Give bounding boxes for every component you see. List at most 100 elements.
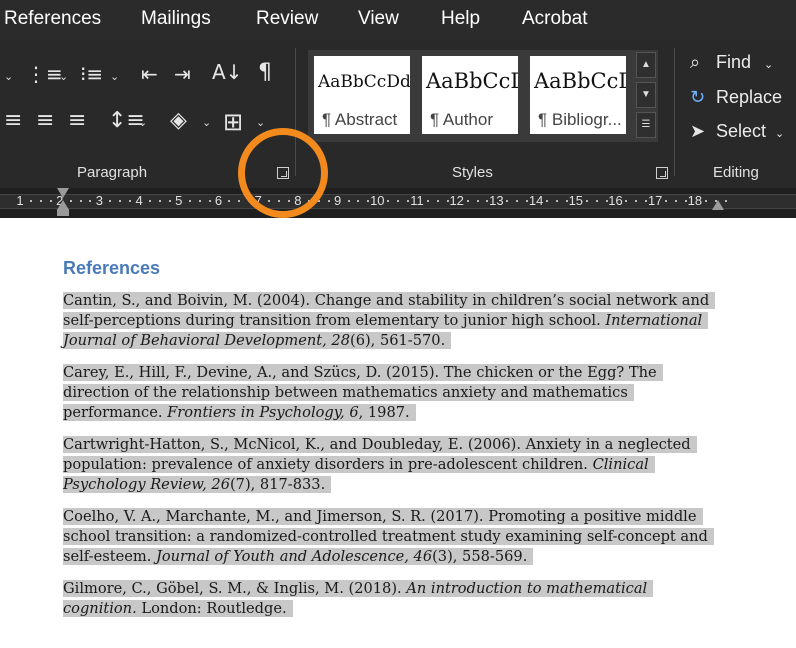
style-author[interactable]: AaBbCcD ¶ Author xyxy=(422,56,518,134)
ruler-tick xyxy=(426,200,429,202)
ruler-tick xyxy=(516,200,519,202)
ruler-tick xyxy=(49,200,52,202)
ruler-number: 1 xyxy=(16,193,24,208)
styles-more-icon[interactable]: ☰ xyxy=(636,112,656,138)
style-name: ¶ Abstract xyxy=(322,110,398,129)
shading-dropdown-icon[interactable]: ⌄ xyxy=(202,116,211,129)
decrease-indent-icon[interactable]: ⇤ xyxy=(141,64,158,84)
style-abstract[interactable]: AaBbCcDd ¶ Abstract xyxy=(314,56,410,134)
styles-group-label: Styles xyxy=(452,164,493,181)
align-center-icon[interactable]: ≡ xyxy=(36,110,54,132)
increase-indent-icon[interactable]: ⇥ xyxy=(174,64,191,84)
highlight-circle xyxy=(238,128,328,218)
ruler-tick xyxy=(704,200,707,202)
justify-icon[interactable]: ≡ xyxy=(68,110,86,132)
ruler-tick xyxy=(645,200,648,202)
style-name: ¶ Bibliogr... xyxy=(538,110,622,129)
left-indent-marker[interactable] xyxy=(57,209,69,216)
tab-view[interactable]: View xyxy=(358,8,399,30)
reference-pages: (3), 558-569. xyxy=(432,548,528,565)
reference-pages: (6), 561-570. xyxy=(350,332,446,349)
line-spacing-dropdown-icon[interactable]: ⌄ xyxy=(138,116,147,129)
pilcrow-icon[interactable]: ¶ xyxy=(258,62,272,84)
select-dropdown-icon[interactable]: ⌄ xyxy=(775,128,784,140)
ruler-tick xyxy=(506,200,509,202)
paragraph-group-label: Paragraph xyxy=(77,164,148,181)
sort-icon[interactable]: A↓ xyxy=(212,62,242,82)
reference-source: Frontiers in Psychology, 6 xyxy=(167,404,359,421)
ruler-tick xyxy=(228,200,231,202)
reference-entry: Carey, E., Hill, F., Devine, A., and Szü… xyxy=(63,363,715,423)
style-sample: AaBbCcDd xyxy=(318,72,410,92)
ruler-number: 5 xyxy=(175,193,183,208)
ruler-tick xyxy=(357,200,360,202)
ruler-tick xyxy=(29,200,32,202)
ruler-number: 16 xyxy=(608,193,623,208)
cursor-icon: ➤ xyxy=(690,121,706,142)
group-separator xyxy=(674,48,675,176)
styles-scroll-up-icon[interactable]: ▲ xyxy=(636,52,656,78)
borders-dropdown-icon[interactable]: ⌄ xyxy=(256,116,265,129)
ruler-tick xyxy=(675,200,678,202)
shading-icon[interactable]: ◈ xyxy=(170,110,187,132)
ruler-tick xyxy=(486,200,489,202)
styles-scroll-down-icon[interactable]: ▼ xyxy=(636,82,656,108)
ruler-number: 14 xyxy=(528,193,544,208)
tab-acrobat[interactable]: Acrobat xyxy=(522,8,587,30)
reference-pages: London: Routledge. xyxy=(136,600,287,617)
style-sample: AaBbCcD xyxy=(426,69,518,93)
numbering-icon[interactable]: ⋮≡ xyxy=(26,64,63,84)
style-name: ¶ Author xyxy=(430,110,494,129)
selection-highlight: Carey, E., Hill, F., Devine, A., and Szü… xyxy=(63,364,663,421)
ribbon: ⌄ ⋮≡ ⌄ ⁝≡ ⌄ ⇤ ⇥ A↓ ¶ ≡ ≡ ≡ ↕≡ ⌄ ◈ ⌄ ⊞ ⌄ … xyxy=(0,40,796,188)
select-button[interactable]: ➤ Select ⌄ xyxy=(690,121,784,142)
tab-help[interactable]: Help xyxy=(441,8,480,30)
replace-icon: ↻ xyxy=(690,87,706,108)
document-page[interactable]: References Cantin, S., and Boivin, M. (2… xyxy=(63,258,723,631)
replace-button[interactable]: ↻ Replace xyxy=(690,87,782,108)
styles-gallery: AaBbCcDd ¶ Abstract AaBbCcD ¶ Author AaB… xyxy=(308,50,658,142)
ruler-tick xyxy=(625,200,628,202)
borders-icon[interactable]: ⊞ xyxy=(223,110,243,134)
ruler-number: 10 xyxy=(370,193,385,208)
ruler-tick xyxy=(198,200,201,202)
selection-highlight: Cartwright-Hatton, S., McNicol, K., and … xyxy=(63,436,697,493)
ruler-tick xyxy=(188,200,191,202)
multilevel-dropdown-icon[interactable]: ⌄ xyxy=(110,70,119,83)
tab-mailings[interactable]: Mailings xyxy=(141,8,211,30)
ruler-tick xyxy=(665,200,668,202)
reference-source: Journal of Youth and Adolescence, 46 xyxy=(156,548,433,565)
ruler-tick xyxy=(39,200,42,202)
ruler-number: 13 xyxy=(489,193,504,208)
ruler-tick xyxy=(327,200,330,202)
find-dropdown-icon[interactable]: ⌄ xyxy=(764,59,773,71)
ruler-tick xyxy=(555,200,558,202)
ruler-number: 4 xyxy=(135,193,143,208)
select-label: Select xyxy=(716,121,767,141)
selection-highlight: Coelho, V. A., Marchante, M., and Jimers… xyxy=(63,508,714,565)
find-button[interactable]: ⌕ Find ⌄ xyxy=(690,52,773,73)
ruler-tick xyxy=(595,200,598,202)
multilevel-list-icon[interactable]: ⁝≡ xyxy=(80,64,103,84)
selection-highlight: Cantin, S., and Boivin, M. (2004). Chang… xyxy=(63,292,716,349)
reference-entry: Cartwright-Hatton, S., McNicol, K., and … xyxy=(63,435,715,495)
align-left-icon[interactable]: ≡ xyxy=(4,110,22,132)
styles-dialog-launcher-icon[interactable] xyxy=(656,167,668,179)
ruler-tick xyxy=(347,200,350,202)
ruler-number: 17 xyxy=(647,193,663,208)
tab-review[interactable]: Review xyxy=(256,8,318,30)
ribbon-tab-bar: References Mailings Review View Help Acr… xyxy=(0,0,796,40)
ruler-tick xyxy=(109,200,112,202)
horizontal-ruler[interactable]: 1 2 3 4 5 6 7 8 9 10 11 12 13 14 15 16 17 18 xyxy=(0,188,796,218)
numbering-dropdown-icon[interactable]: ⌄ xyxy=(59,70,68,83)
ruler-tick xyxy=(684,200,687,202)
style-sample: AaBbCcD xyxy=(534,69,626,93)
replace-label: Replace xyxy=(716,87,783,107)
ruler-tick xyxy=(724,200,727,202)
ruler-tick xyxy=(446,200,449,202)
tab-references[interactable]: References xyxy=(4,8,101,30)
reference-pages: , 1987. xyxy=(358,404,410,421)
style-bibliography[interactable]: AaBbCcD ¶ Bibliogr... xyxy=(530,56,626,134)
bullets-dropdown-icon[interactable]: ⌄ xyxy=(4,70,13,83)
ruler-tick xyxy=(546,200,549,202)
